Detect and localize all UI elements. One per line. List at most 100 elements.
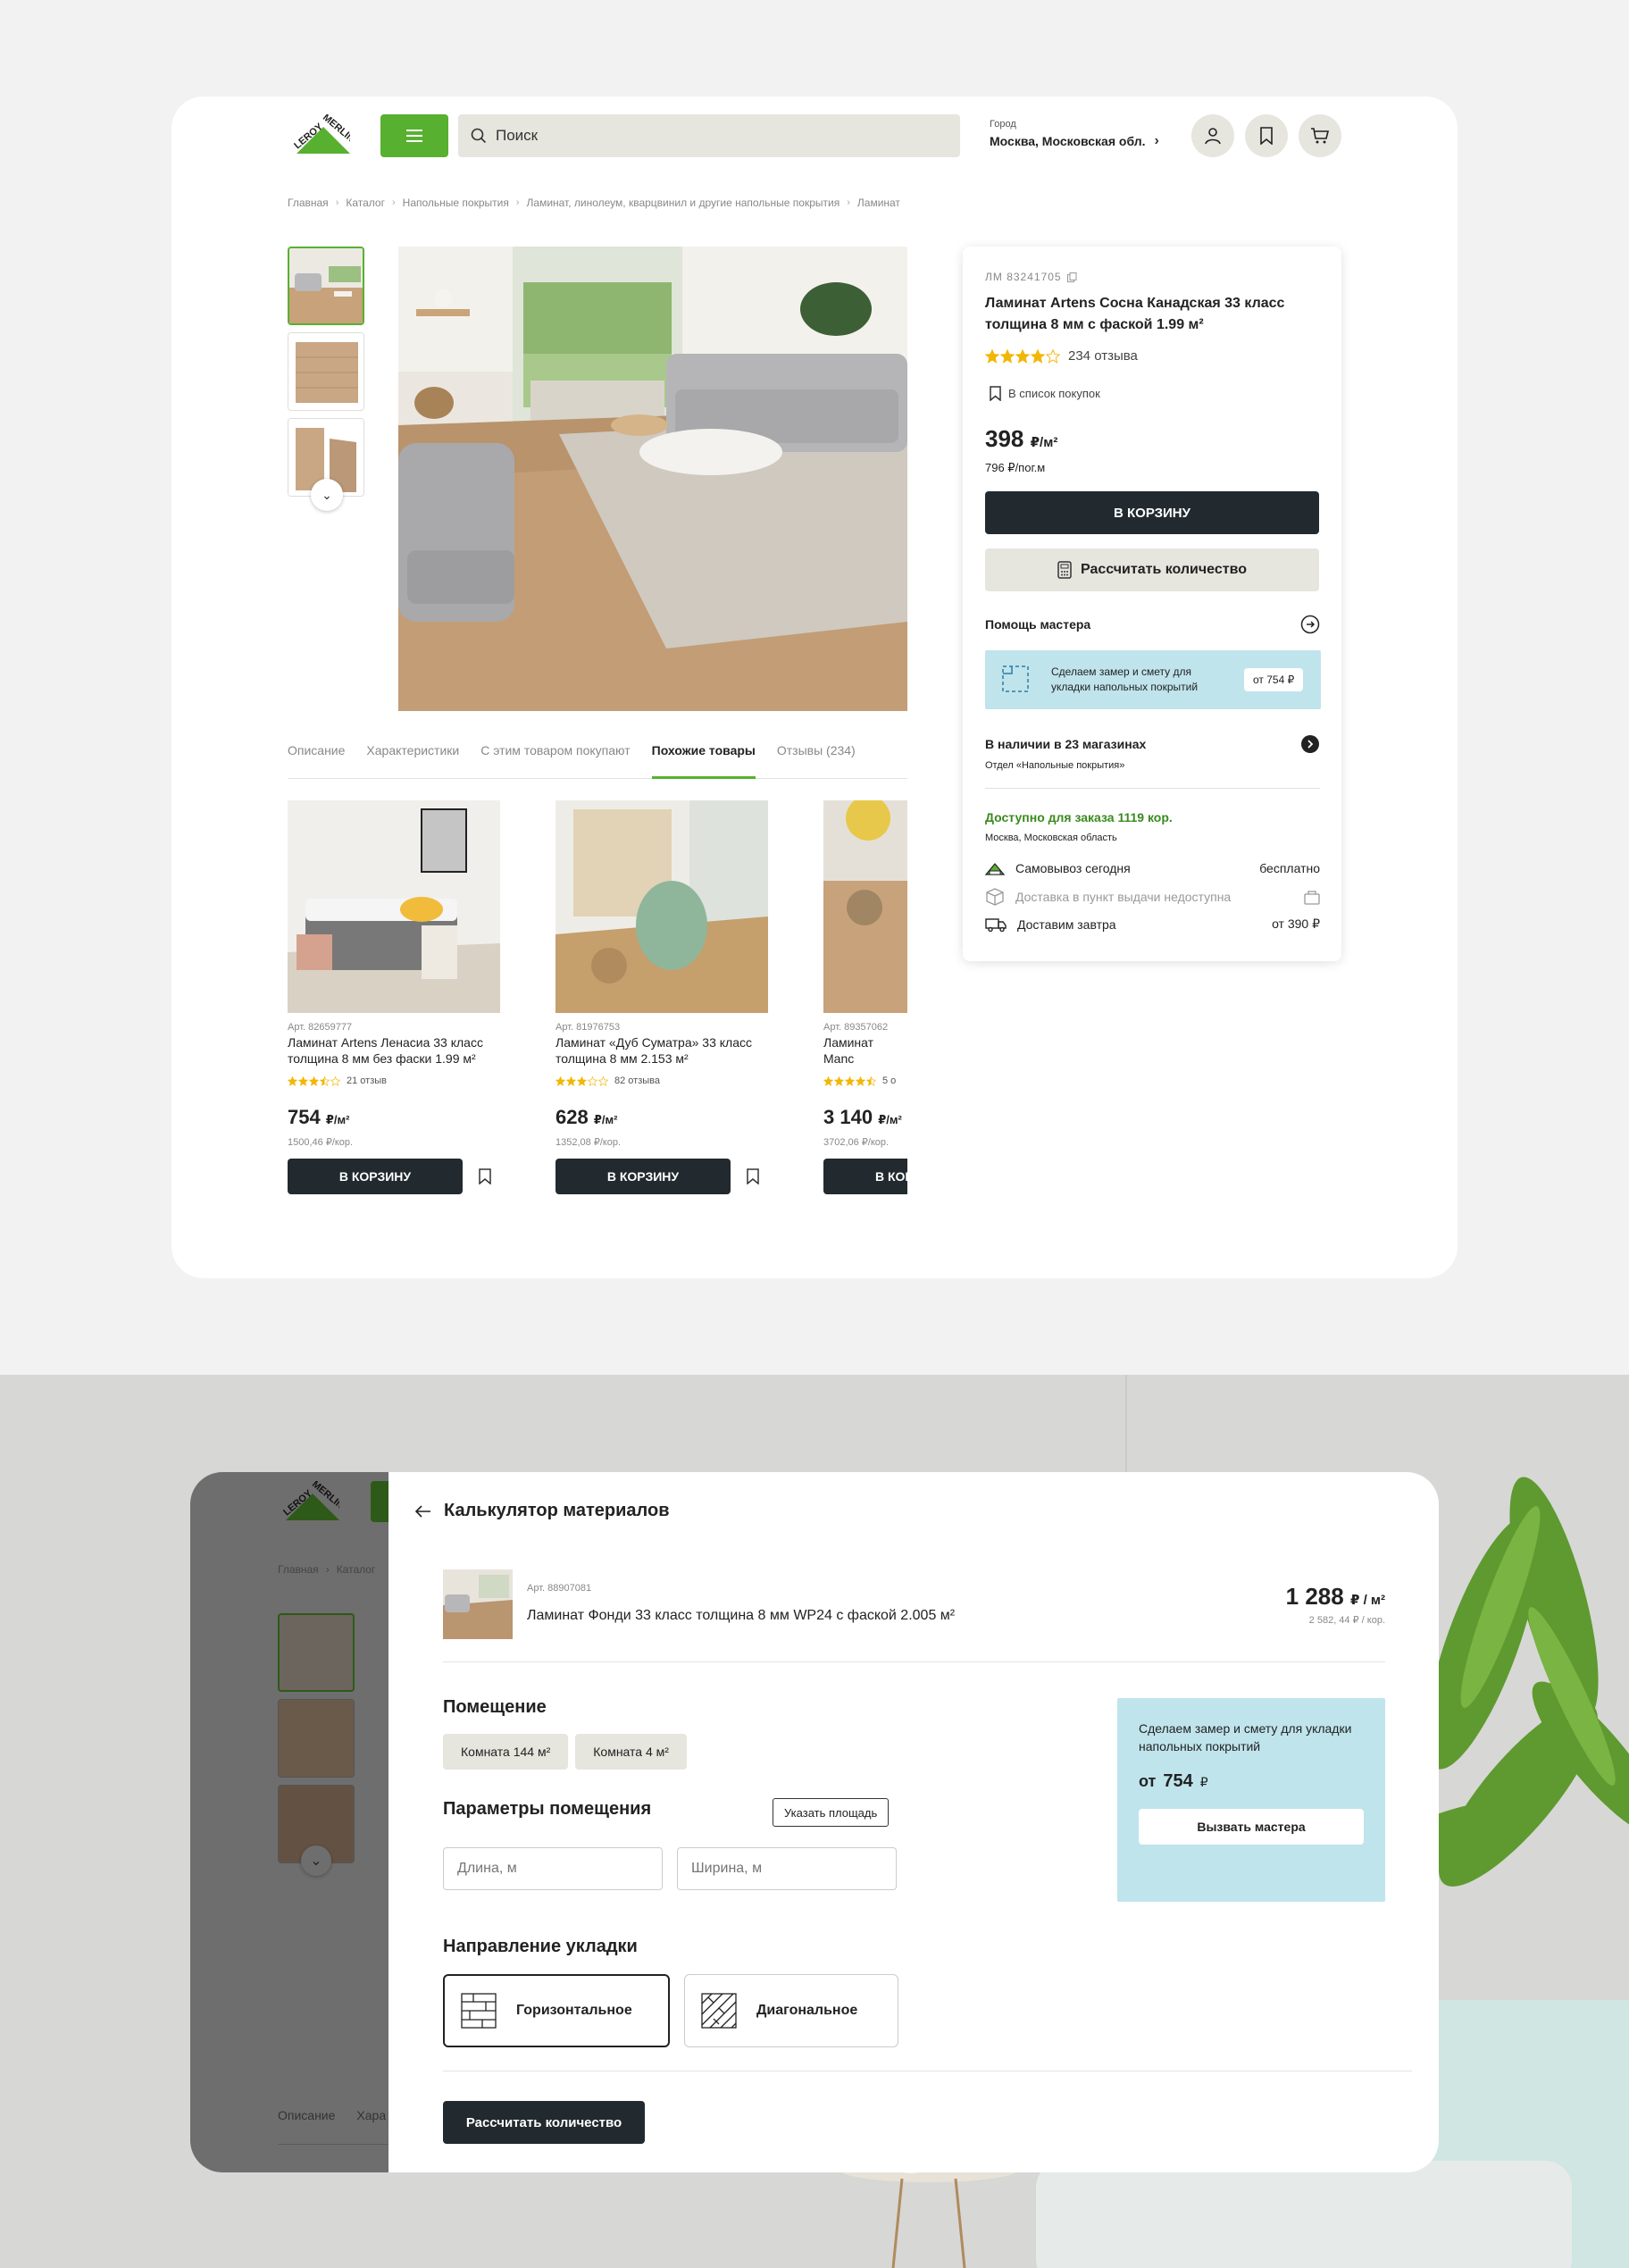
tab-reviews[interactable]: Отзывы (234) [777, 741, 856, 779]
product-image[interactable] [288, 800, 500, 1013]
bookmark-icon[interactable] [747, 1168, 759, 1184]
length-input[interactable] [443, 1847, 663, 1890]
product-name[interactable]: Ламинат Manc толщина 8 м [823, 1034, 907, 1067]
order-region: Москва, Московская область [985, 833, 1117, 843]
breadcrumb-item[interactable]: Напольные покрытия [403, 197, 509, 209]
delivery-option: Доставка в пункт выдачи недоступна [985, 888, 1320, 906]
product-name[interactable]: Ламинат «Дуб Суматра» 33 класс толщина 8… [556, 1034, 770, 1067]
product-article: Арт. 89357062 [823, 1022, 889, 1033]
add-to-cart-button[interactable]: В КОР [823, 1159, 907, 1194]
arrow-left-icon[interactable] [415, 1504, 431, 1518]
similar-product-card[interactable]: Арт. 82659777 Ламинат Artens Ленасиа 33 … [288, 800, 502, 1194]
breadcrumb-item[interactable]: Главная [288, 197, 329, 209]
copy-icon[interactable] [1066, 272, 1077, 282]
product-article: Арт. 81976753 [556, 1022, 621, 1033]
product-title: Ламинат Artens Сосна Канадская 33 класс … [985, 296, 1285, 332]
search-input[interactable] [496, 127, 924, 145]
store-department: Отдел «Напольные покрытия» [985, 760, 1125, 771]
tab-similar[interactable]: Похожие товары [651, 741, 756, 779]
measure-promo-banner[interactable]: Сделаем замер и смету для укладки наполь… [985, 650, 1321, 709]
product-tabs: Описание Характеристики С этим товаром п… [288, 741, 907, 779]
add-to-cart-button[interactable]: В КОРЗИНУ [556, 1159, 731, 1194]
review-count[interactable]: 21 отзыв [347, 1075, 387, 1086]
room-chip[interactable]: Комната 4 м² [575, 1734, 687, 1770]
search-bar[interactable] [458, 114, 960, 157]
master-promo-card: Сделаем замер и смету для укладки наполь… [1117, 1698, 1385, 1902]
master-help-label: Помощь мастера [985, 617, 1091, 632]
gallery-thumbnail[interactable] [288, 247, 364, 325]
price-per-meter: 796 ₽/пог.м [985, 461, 1046, 474]
dimmed-page-overlay[interactable]: LEROY MERLIN Главная › Каталог ⌄ Описание Х… [190, 1472, 405, 2172]
tab-characteristics[interactable]: Характеристики [366, 741, 459, 779]
bookmark-icon[interactable] [479, 1168, 491, 1184]
calculate-quantity-submit[interactable]: Рассчитать количество [443, 2101, 645, 2144]
calculator-title: Калькулятор материалов [444, 1501, 670, 1520]
star-icon [309, 1075, 319, 1086]
diagonal-laying-icon [701, 1993, 737, 2029]
favorites-button[interactable] [1245, 114, 1288, 157]
product-main-image[interactable] [398, 247, 907, 711]
product-rating: 5 о [823, 1075, 907, 1086]
star-icon [577, 1075, 587, 1086]
room-chips: Комната 144 м² Комната 4 м² [443, 1734, 687, 1770]
product-name[interactable]: Ламинат Artens Ленасиа 33 класс толщина … [288, 1034, 502, 1067]
product-rating: 82 отзыва [556, 1075, 770, 1086]
breadcrumb-item[interactable]: Ламинат, линолеум, кварцвинил и другие н… [527, 197, 840, 209]
catalog-menu-button[interactable] [380, 114, 448, 157]
stores-availability-link[interactable]: В наличии в 23 магазинах [985, 734, 1320, 754]
review-count[interactable]: 82 отзыва [614, 1075, 660, 1086]
direction-diagonal-option[interactable]: Диагональное [684, 1974, 898, 2047]
gallery-thumbnail[interactable] [288, 332, 364, 411]
calc-product-price: 1 288 ₽ / м² 2 582, 44 ₽ / кор. [1285, 1583, 1385, 1626]
tab-bought-together[interactable]: С этим товаром покупают [480, 741, 630, 779]
breadcrumb: Главная › Каталог [278, 1563, 376, 1576]
delivery-option: Доставим завтра от 390 ₽ [985, 916, 1320, 932]
product-price: 3 140 ₽/м² [823, 1106, 902, 1128]
rating-stars-icon [985, 348, 1061, 364]
profile-button[interactable] [1191, 114, 1234, 157]
rating-stars-icon [556, 1075, 609, 1086]
thumbnails-scroll-down[interactable]: ⌄ [311, 479, 343, 511]
calculate-quantity-button[interactable]: Рассчитать количество [985, 548, 1319, 591]
review-count[interactable]: 5 о [882, 1075, 896, 1086]
bookmark-icon [990, 386, 1001, 401]
divider [278, 2144, 405, 2145]
locker-icon [1304, 891, 1320, 905]
call-master-button[interactable]: Вызвать мастера [1139, 1809, 1364, 1845]
tab-description[interactable]: Описание [288, 741, 345, 779]
review-count[interactable]: 234 отзыва [1068, 348, 1138, 364]
specify-area-button[interactable]: Указать площадь [773, 1798, 890, 1827]
chevron-right-icon: › [1154, 133, 1159, 148]
city-selector[interactable]: Город Москва, Московская обл. › [990, 119, 1159, 149]
width-input[interactable] [677, 1847, 897, 1890]
breadcrumb-item[interactable]: Ламинат [857, 197, 900, 209]
star-icon [845, 1075, 855, 1086]
cart-button[interactable] [1299, 114, 1341, 157]
add-to-cart-button[interactable]: В КОРЗИНУ [985, 491, 1319, 534]
add-to-shopping-list[interactable]: В список покупок [990, 386, 1100, 401]
direction-horizontal-option[interactable]: Горизонтальное [443, 1974, 670, 2047]
delivery-option: Самовывоз сегодня бесплатно [985, 861, 1320, 875]
add-to-cart-button[interactable]: В КОРЗИНУ [288, 1159, 463, 1194]
breadcrumb: Главная › Каталог › Напольные покрытия › Ла… [288, 197, 900, 209]
horizontal-laying-icon [461, 1993, 497, 2029]
room-chip[interactable]: Комната 144 м² [443, 1734, 569, 1770]
city-label: Город [990, 119, 1016, 130]
box-icon [986, 888, 1004, 906]
product-rating: 234 отзыва [985, 348, 1138, 364]
breadcrumb-item[interactable]: Каталог [346, 197, 385, 209]
floor-plan-icon [1002, 665, 1029, 692]
arrow-right-circle-icon [1300, 615, 1320, 634]
product-image[interactable] [823, 800, 907, 1013]
leroy-merlin-logo[interactable]: LEROY MERLIN [288, 114, 350, 155]
user-icon [1205, 128, 1221, 145]
star-icon [834, 1075, 844, 1086]
similar-product-card[interactable]: Арт. 89357062 Ламинат Manc толщина 8 м 5… [823, 800, 907, 1194]
product-price: 398 ₽/м² [985, 425, 1058, 452]
product-image[interactable] [556, 800, 768, 1013]
master-help-link[interactable]: Помощь мастера [985, 615, 1320, 634]
chevron-right-icon: › [335, 197, 339, 208]
calc-product-image [443, 1569, 513, 1639]
star-icon [856, 1075, 865, 1086]
similar-product-card[interactable]: Арт. 81976753 Ламинат «Дуб Суматра» 33 к… [556, 800, 770, 1194]
